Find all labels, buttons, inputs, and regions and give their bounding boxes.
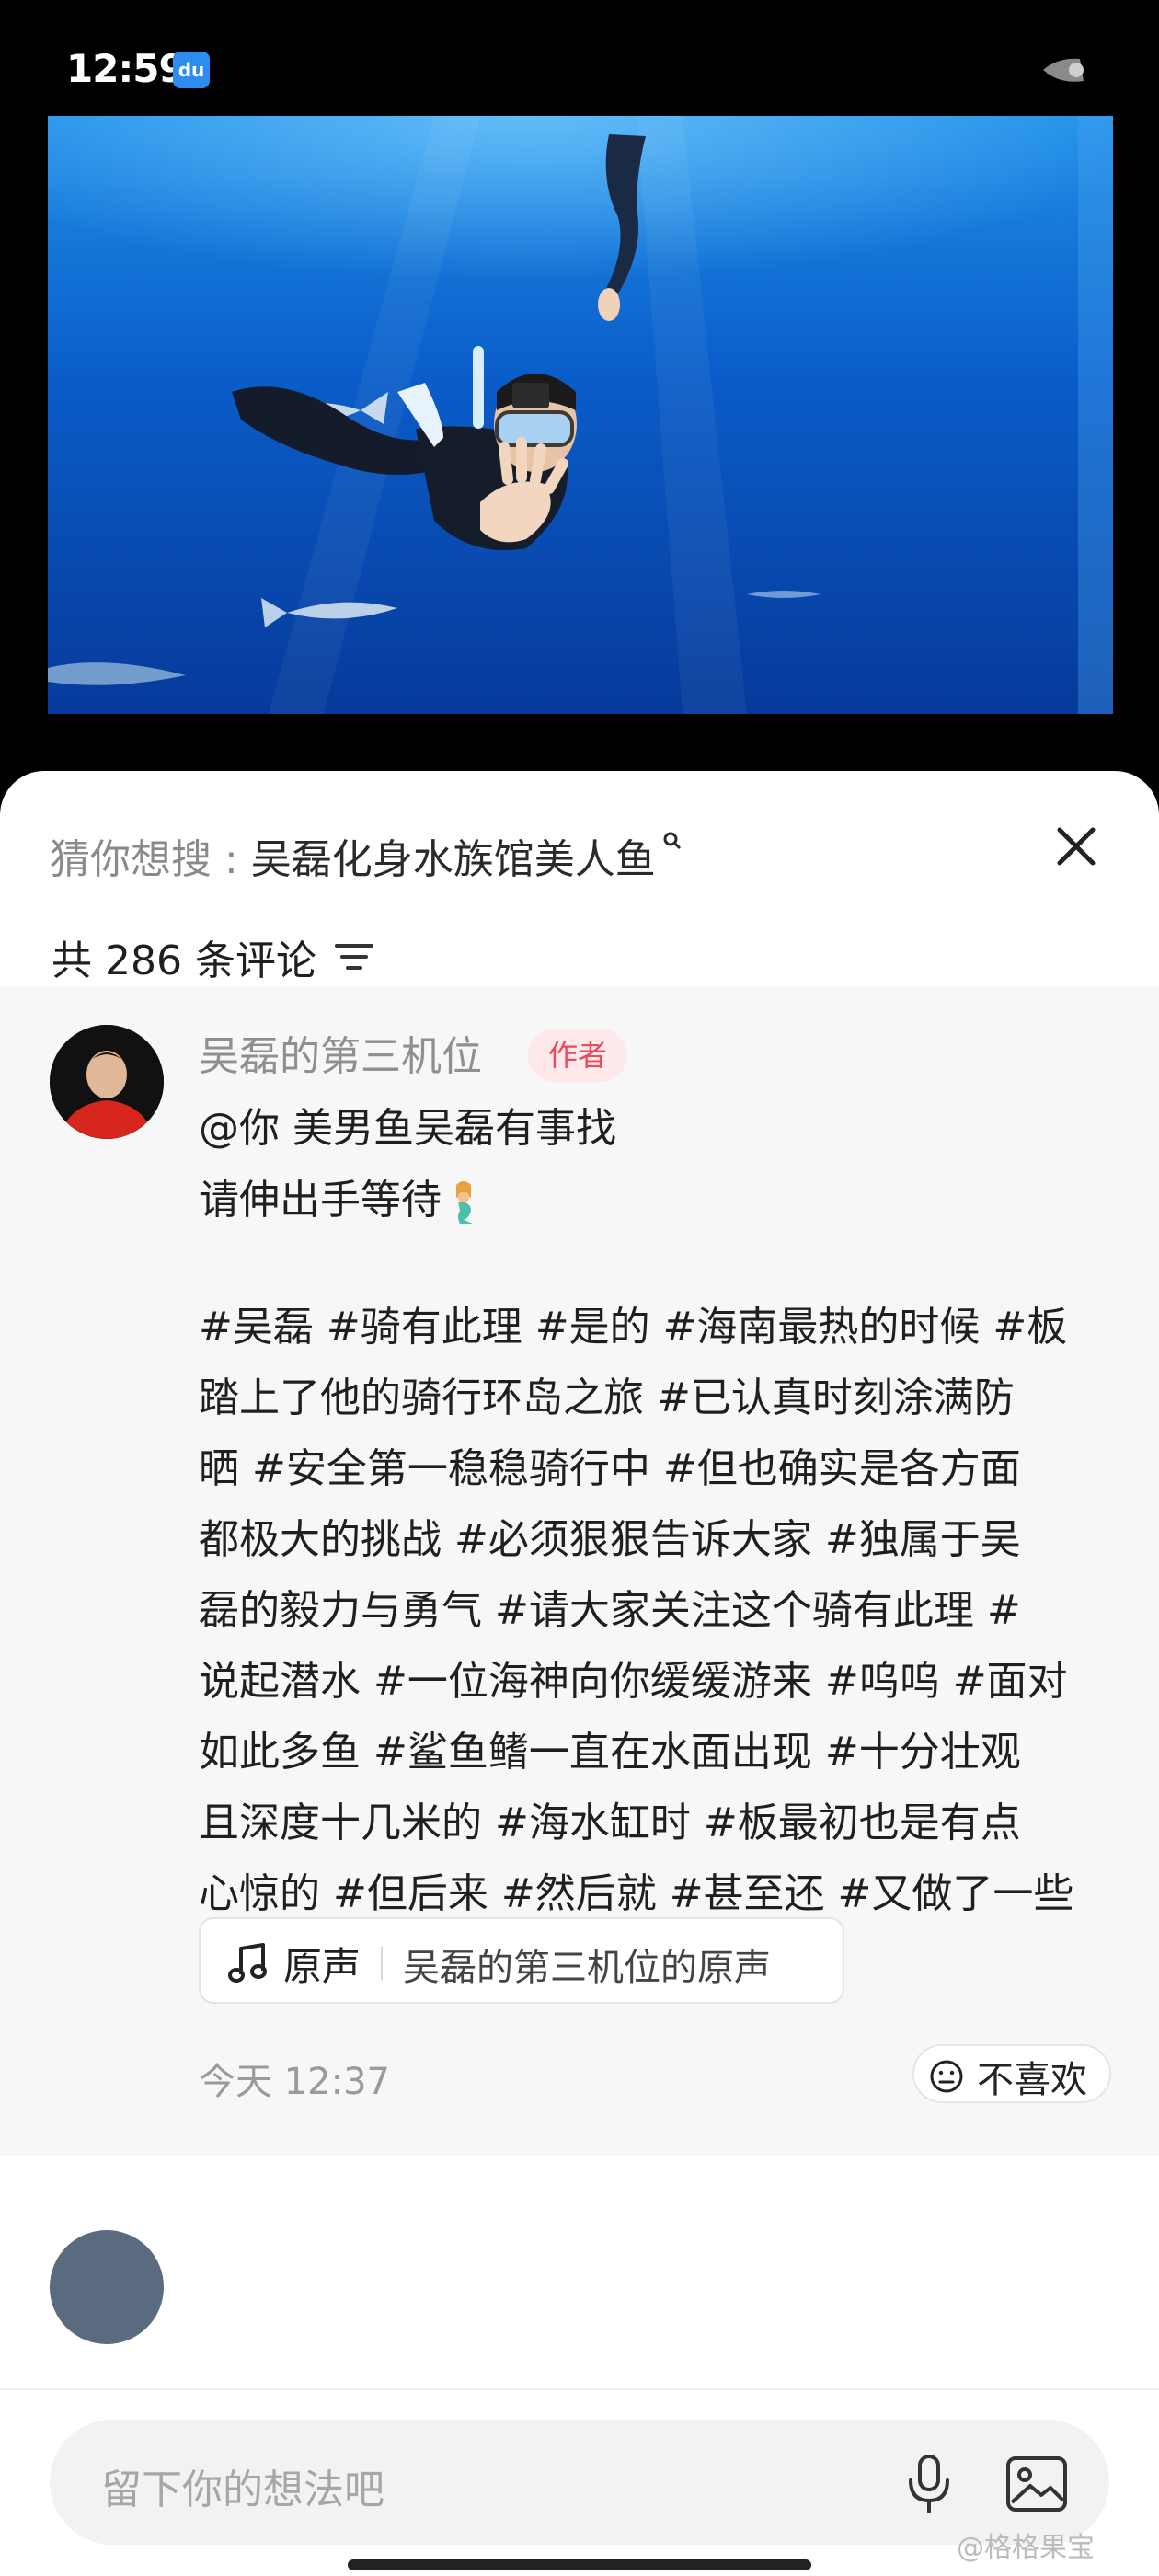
search-suggestion-query[interactable]: 吴磊化身水族馆美人鱼: [251, 836, 656, 883]
microphone-icon[interactable]: [901, 2453, 957, 2515]
comment-input[interactable]: 留下你的想法吧: [50, 2420, 1109, 2545]
comment-body-line: 如此多鱼 #鲨鱼鳍一直在水面出现 #十分壮观: [199, 1729, 1021, 1776]
watermark-text: @格格果宝: [957, 2532, 1095, 2564]
video-frame-image: [48, 116, 1113, 714]
divider: [381, 1947, 383, 1980]
original-sound-chip[interactable]: 原声 吴磊的第三机位的原声: [199, 1917, 844, 2004]
dislike-label: 不喜欢: [977, 2059, 1087, 2101]
sort-filter-icon[interactable]: [333, 938, 375, 975]
search-icon: [663, 832, 681, 850]
comment-body-line: 都极大的挑战 #必须狠狠告诉大家 #独属于吴: [199, 1516, 1021, 1563]
dislike-button[interactable]: 不喜欢: [912, 2044, 1111, 2103]
avatar[interactable]: [50, 1025, 164, 1139]
comment-text: 请伸出手等待: [199, 1177, 442, 1224]
comment-text-line-2: 请伸出手等待: [199, 1167, 484, 1225]
comment-username[interactable]: 吴磊的第三机位: [199, 1023, 482, 1082]
video-player[interactable]: [48, 116, 1113, 714]
meh-face-icon: [930, 2060, 963, 2093]
comment-timestamp: 今天 12:37: [199, 2061, 390, 2103]
sound-label: 原声: [283, 1944, 361, 1989]
comment-hashtag-body: #吴磊 #骑有此理 #是的 #海南最热的时候 #板 踏上了他的骑行环岛之旅 #已…: [199, 1292, 1128, 2000]
comment-item-next[interactable]: [0, 2230, 1159, 2344]
search-suggestion-label: 猜你想搜 :: [50, 836, 251, 883]
image-icon[interactable]: [1004, 2455, 1069, 2513]
author-badge: 作者: [528, 1029, 628, 1082]
close-icon[interactable]: [1047, 817, 1106, 876]
mermaid-emoji-icon: [456, 1181, 473, 1224]
status-bar: 12:59 du: [0, 0, 1159, 110]
comment-body-line: 踏上了他的骑行环岛之旅 #已认真时刻涂满防: [199, 1374, 1015, 1421]
home-indicator[interactable]: [348, 2559, 811, 2570]
music-note-icon: [228, 1943, 267, 1983]
comment-body-line: #吴磊 #骑有此理 #是的 #海南最热的时候 #板: [199, 1304, 1068, 1351]
comment-body-line: 磊的毅力与勇气 #请大家关注这个骑有此理 #: [199, 1587, 1021, 1634]
comment-text-line: @你 美男鱼吴磊有事找: [199, 1105, 616, 1152]
comment-count: 共 286 条评论: [52, 937, 316, 984]
comment-body-line: 晒 #安全第一稳稳骑行中 #但也确实是各方面: [199, 1445, 1021, 1492]
avatar[interactable]: [50, 2230, 164, 2344]
status-time: 12:59: [66, 46, 186, 91]
status-indicator-icon: [1043, 58, 1084, 82]
sound-name: 吴磊的第三机位的原声: [403, 1947, 771, 1989]
comments-sheet: 猜你想搜 : 吴磊化身水族馆美人鱼 共 286 条评论 吴磊的第三机位 作者 @…: [0, 771, 1159, 2576]
comment-input-placeholder: 留下你的想法吧: [101, 2467, 384, 2513]
app-notification-icon: du: [173, 52, 210, 88]
comment-body-line: 说起潜水 #一位海神向你缓缓游来 #呜呜 #面对: [199, 1658, 1068, 1705]
search-suggestion[interactable]: 猜你想搜 : 吴磊化身水族馆美人鱼: [50, 826, 683, 885]
comment-body-line: 且深度十几米的 #海水缸时 #板最初也是有点: [199, 1800, 1021, 1846]
comment-item[interactable]: 吴磊的第三机位 作者 @你 美男鱼吴磊有事找 请伸出手等待 #吴磊 #骑有此理 …: [0, 986, 1159, 2156]
